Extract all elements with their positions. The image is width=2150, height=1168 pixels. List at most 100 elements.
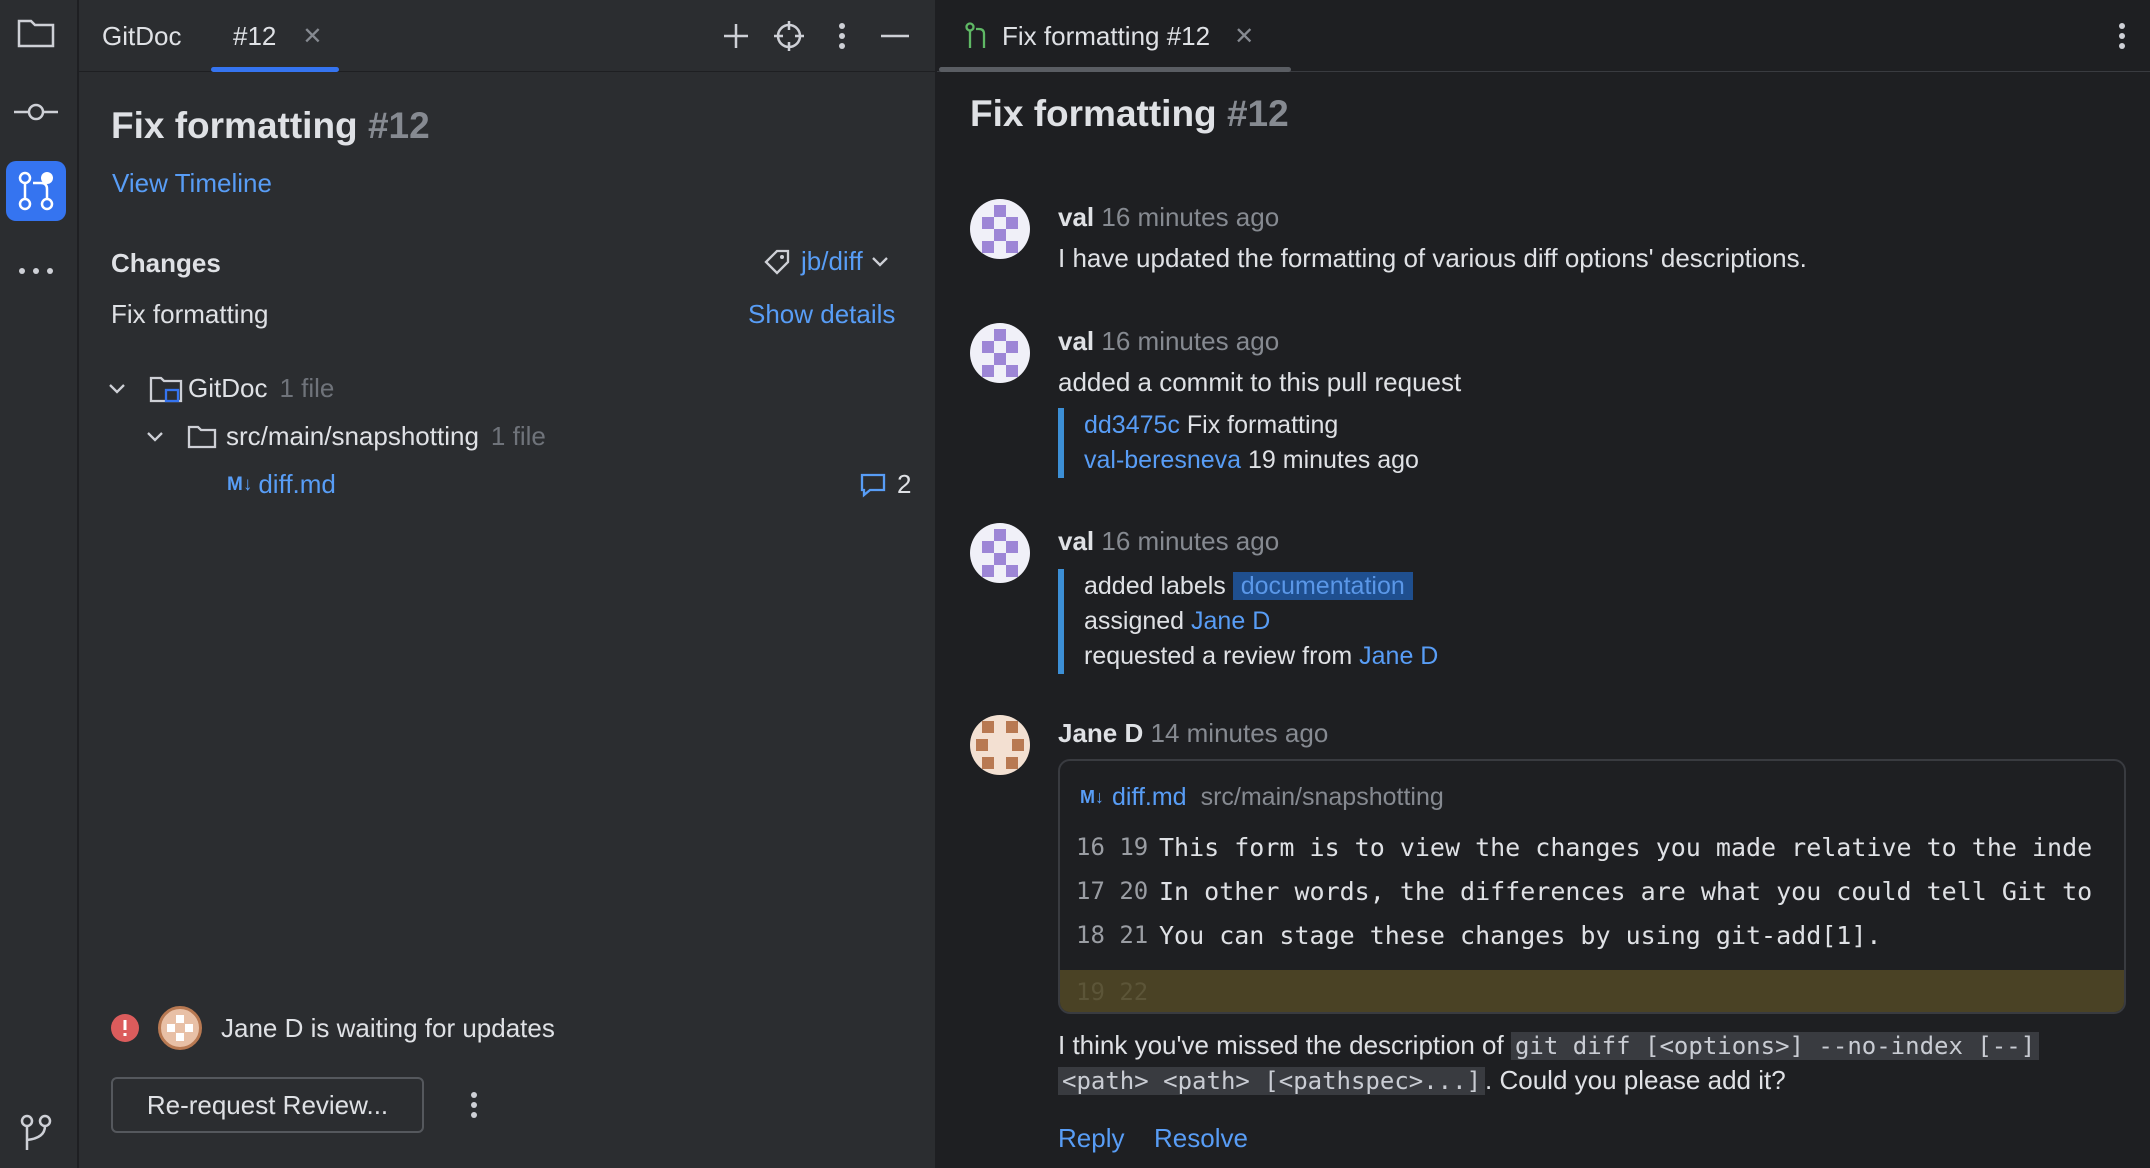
more-vertical-icon <box>471 1092 477 1118</box>
changes-header: Changes <box>111 248 221 278</box>
avatar <box>970 523 1030 583</box>
review-status: Jane D is waiting for updates <box>110 1006 555 1050</box>
active-tab-indicator <box>939 67 1291 72</box>
tree-file-row[interactable]: M↓ diff.md 2 <box>227 469 963 500</box>
code-line: 16 19 This form is to view the changes yo… <box>1076 832 2093 862</box>
label-chip[interactable]: documentation <box>1232 572 1413 600</box>
tab-gitdoc[interactable]: GitDoc <box>102 0 181 72</box>
branch-label: jb/diff <box>801 246 863 276</box>
more-horizontal-icon <box>19 268 53 274</box>
tab-pr-12[interactable]: #12 ✕ <box>233 0 323 72</box>
timeline-event: val 16 minutes ago I have updated the fo… <box>1058 202 1807 274</box>
more-vertical-icon <box>839 23 845 49</box>
pull-request-icon <box>965 22 986 48</box>
locate-button[interactable] <box>767 14 811 58</box>
chevron-down-icon <box>147 431 163 442</box>
chevron-down-icon <box>109 383 125 394</box>
tree-file-name: diff.md <box>258 469 336 499</box>
markdown-icon: M↓ <box>1080 787 1104 807</box>
add-button[interactable] <box>714 14 758 58</box>
git-tool-button[interactable] <box>6 1103 66 1163</box>
timeline-event: Jane D 14 minutes ago <box>1058 718 1328 749</box>
event-text: I have updated the formatting of various… <box>1058 243 1807 273</box>
module-folder-icon <box>149 376 183 402</box>
review-comment: I think you've missed the description of… <box>1058 1028 2118 1098</box>
commit-quote: dd3475c Fix formatting val-beresneva 19 … <box>1058 408 1461 478</box>
event-author[interactable]: Jane D <box>1058 718 1143 748</box>
inline-code: git diff [<options>] --no-index [--] <box>1510 1032 2040 1060</box>
event-author[interactable]: val <box>1058 526 1094 556</box>
options-button[interactable] <box>820 14 864 58</box>
plus-icon <box>724 24 748 48</box>
more-actions-button[interactable] <box>452 1083 496 1127</box>
pr-title: Fix formatting #12 <box>111 105 430 146</box>
event-text: added a commit to this pull request <box>1058 367 1462 397</box>
markdown-icon: M↓ <box>227 473 253 495</box>
project-tool-button[interactable] <box>6 2 66 62</box>
tab-label: Fix formatting #12 <box>1002 20 1211 51</box>
timeline-event: val 16 minutes ago added a commit to thi… <box>1058 326 1461 478</box>
event-time: 14 minutes ago <box>1150 718 1329 748</box>
timeline-event: val 16 minutes ago added labels document… <box>1058 526 1438 674</box>
resolve-link[interactable]: Resolve <box>1154 1123 1248 1154</box>
commit-hash-link[interactable]: dd3475c <box>1084 411 1180 439</box>
pull-request-icon <box>18 171 54 211</box>
reviewer-link[interactable]: Jane D <box>1359 642 1438 670</box>
commit-tool-button[interactable] <box>6 82 66 142</box>
editor-options-button[interactable] <box>2100 14 2144 58</box>
inline-code: <path> <path> [<pathspec>...] <box>1058 1067 1486 1095</box>
folder-icon <box>187 425 217 448</box>
assignee-link[interactable]: Jane D <box>1191 607 1270 635</box>
event-author[interactable]: val <box>1058 202 1094 232</box>
more-tools-button[interactable] <box>6 241 66 301</box>
re-request-review-button[interactable]: Re-request Review... <box>111 1077 424 1133</box>
tab-label: #12 <box>233 20 277 51</box>
code-line: 18 21 You can stage these changes by usin… <box>1076 920 1882 950</box>
view-timeline-link[interactable]: View Timeline <box>112 168 272 199</box>
review-file-path: src/main/snapshotting <box>1200 783 1444 811</box>
more-vertical-icon <box>2119 23 2125 49</box>
event-author[interactable]: val <box>1058 326 1094 356</box>
crosshair-icon <box>774 21 804 51</box>
avatar <box>970 323 1030 383</box>
error-icon <box>111 1014 139 1042</box>
minimize-button[interactable] <box>873 14 917 58</box>
event-time: 16 minutes ago <box>1101 326 1280 356</box>
pull-request-timeline-panel: Fix formatting #12 ✕ Fix formatting #12 … <box>937 0 2150 1168</box>
active-tab-indicator <box>211 67 339 72</box>
review-file-header: M↓ diff.md src/main/snapshotting <box>1080 783 1444 812</box>
editor-tab-bar: Fix formatting #12 ✕ <box>937 0 2150 72</box>
tree-root-name: GitDoc <box>188 373 268 403</box>
event-details: added labels documentation assigned Jane… <box>1058 569 1438 674</box>
commit-message: Fix formatting <box>111 299 269 329</box>
folder-icon <box>17 19 55 48</box>
avatar <box>158 1006 202 1050</box>
pull-request-details-panel: GitDoc #12 ✕ Fix formatting #12 View Tim… <box>79 0 963 1168</box>
close-icon[interactable]: ✕ <box>302 22 322 51</box>
timeline-title: Fix formatting #12 <box>970 93 1289 134</box>
reply-link[interactable]: Reply <box>1058 1123 1124 1154</box>
review-file-link[interactable]: diff.md <box>1112 783 1187 812</box>
close-icon[interactable]: ✕ <box>1234 22 1254 51</box>
branch-selector[interactable]: jb/diff <box>763 246 889 277</box>
code-line-highlighted: 19 22 <box>1060 970 2124 1012</box>
comment-icon <box>860 473 886 497</box>
chevron-down-icon <box>871 256 888 267</box>
tree-folder-row[interactable]: src/main/snapshotting 1 file <box>146 421 546 452</box>
branch-icon <box>20 1114 52 1150</box>
tree-root-row[interactable]: GitDoc 1 file <box>108 373 334 404</box>
pull-requests-tool-button[interactable] <box>6 161 66 221</box>
tool-window-strip <box>0 0 78 1168</box>
review-thread-code: M↓ diff.md src/main/snapshotting 16 19 Th… <box>1058 759 2126 1014</box>
tab-timeline[interactable]: Fix formatting #12 ✕ <box>965 0 1254 72</box>
status-text: Jane D is waiting for updates <box>221 1012 555 1043</box>
left-tab-bar: GitDoc #12 ✕ <box>79 0 935 72</box>
show-details-link[interactable]: Show details <box>748 299 895 330</box>
event-time: 16 minutes ago <box>1101 526 1280 556</box>
comment-count: 2 <box>859 469 911 500</box>
tab-label: GitDoc <box>102 20 182 51</box>
commit-time: 19 minutes ago <box>1247 446 1419 474</box>
commit-icon <box>14 103 58 121</box>
avatar <box>970 715 1030 775</box>
commit-author-link[interactable]: val-beresneva <box>1084 446 1241 474</box>
